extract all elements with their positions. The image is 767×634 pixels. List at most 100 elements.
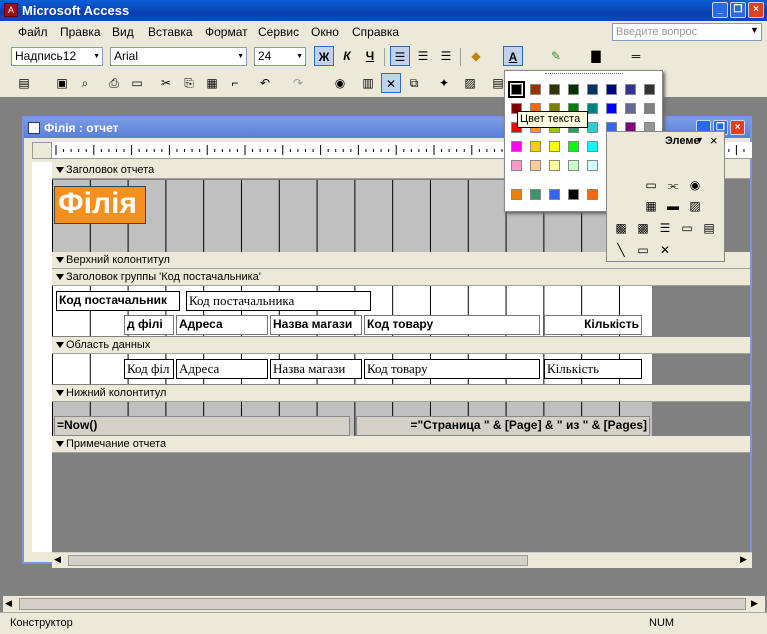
select-report-button[interactable]	[32, 142, 52, 159]
mdi-horizontal-scrollbar[interactable]: ◀ ▶	[3, 596, 765, 612]
scroll-thumb[interactable]	[68, 555, 528, 566]
scroll-left-icon[interactable]: ◀	[54, 554, 61, 565]
cut-icon[interactable]: ✂	[156, 73, 176, 93]
image-icon[interactable]: ▨	[685, 196, 705, 216]
color-swatch[interactable]	[606, 84, 617, 95]
line-width-icon[interactable]: ▇	[586, 46, 606, 66]
undo-icon[interactable]: ↶	[255, 73, 275, 93]
close-icon[interactable]: ×	[710, 133, 718, 148]
subreport-icon[interactable]: ▤	[699, 218, 719, 238]
menu-edit[interactable]: Правка	[60, 25, 101, 39]
menu-format[interactable]: Формат	[205, 25, 248, 39]
save-icon[interactable]: ▣	[52, 73, 72, 93]
bold-button[interactable]: Ж	[314, 46, 334, 66]
header-store-label[interactable]: Назва магази	[270, 315, 362, 335]
hyperlink-icon[interactable]: ◉	[330, 73, 350, 93]
font-color-icon[interactable]: A	[503, 46, 523, 66]
color-swatch[interactable]	[508, 81, 525, 98]
menu-tools[interactable]: Сервис	[258, 25, 299, 39]
label-icon[interactable]: ▭	[641, 175, 661, 195]
align-right-icon[interactable]: ☰	[436, 46, 456, 66]
paste-icon[interactable]: ▦	[202, 73, 222, 93]
font-size-combo[interactable]: 24 ▼	[254, 47, 306, 66]
bound-frame-icon[interactable]: ▩	[633, 218, 653, 238]
redo-icon[interactable]: ↷	[288, 73, 308, 93]
menu-insert[interactable]: Вставка	[148, 25, 193, 39]
tab-control-icon[interactable]: ▭	[677, 218, 697, 238]
footer-page-field[interactable]: ="Страница " & [Page] & " из " & [Pages]	[356, 416, 650, 436]
option-group-icon[interactable]: ⫘	[663, 175, 683, 195]
menu-help[interactable]: Справка	[352, 25, 399, 39]
report-title-label[interactable]: Філія	[54, 186, 146, 224]
palette-drag-handle[interactable]	[545, 73, 623, 76]
custom-color-swatch[interactable]	[549, 189, 560, 200]
italic-button[interactable]: К	[337, 46, 357, 66]
underline-button[interactable]: Ч	[360, 46, 380, 66]
menu-file[interactable]: Файл	[18, 25, 48, 39]
scroll-right-icon[interactable]: ▶	[751, 598, 758, 609]
detail-address-field[interactable]: Адреса	[176, 359, 268, 379]
section-detail[interactable]: Область данных	[52, 337, 750, 354]
option-button-icon[interactable]: ◉	[685, 175, 705, 195]
footer-date-field[interactable]: =Now()	[54, 416, 350, 436]
minimize-icon[interactable]: _	[712, 2, 728, 18]
chevron-down-icon[interactable]: ▼	[695, 135, 704, 145]
rectangle-icon[interactable]: ▭	[633, 240, 653, 260]
detail-qty-field[interactable]: Кількість	[544, 359, 642, 379]
color-swatch[interactable]	[568, 141, 579, 152]
scroll-left-icon[interactable]: ◀	[5, 598, 12, 609]
color-swatch[interactable]	[587, 160, 598, 171]
align-left-icon[interactable]: ☰	[390, 46, 410, 66]
custom-color-swatch[interactable]	[587, 189, 598, 200]
print-icon[interactable]: ⎙	[104, 73, 124, 93]
color-swatch[interactable]	[530, 141, 541, 152]
close-icon[interactable]: ×	[730, 120, 745, 135]
font-combo[interactable]: Arial ▼	[110, 47, 247, 66]
object-combo[interactable]: Надпись12 ▼	[11, 47, 103, 66]
section-page-footer[interactable]: Нижний колонтитул	[52, 385, 750, 402]
color-swatch[interactable]	[644, 103, 655, 114]
detail-branch-field[interactable]: Код філ	[124, 359, 174, 379]
color-swatch[interactable]	[511, 141, 522, 152]
fill-color-icon[interactable]: ◆	[466, 46, 486, 66]
color-swatch[interactable]	[530, 160, 541, 171]
format-painter-icon[interactable]: ⌐	[225, 73, 245, 93]
color-swatch[interactable]	[530, 84, 541, 95]
restore-icon[interactable]: ❐	[730, 2, 746, 18]
code-icon[interactable]: ▨	[460, 73, 480, 93]
color-swatch[interactable]	[587, 141, 598, 152]
close-icon[interactable]: ×	[748, 2, 764, 18]
menu-view[interactable]: Вид	[112, 25, 134, 39]
color-swatch[interactable]	[606, 103, 617, 114]
detail-product-field[interactable]: Код товару	[364, 359, 540, 379]
custom-color-swatch[interactable]	[568, 189, 579, 200]
line-style-icon[interactable]: ═	[626, 46, 646, 66]
header-branch-label[interactable]: д філі	[124, 315, 174, 335]
color-swatch[interactable]	[568, 84, 579, 95]
button-icon[interactable]: ▬	[663, 196, 683, 216]
combo-box-icon[interactable]: ▦	[641, 196, 661, 216]
group-field[interactable]: Код постачальника	[186, 291, 371, 311]
color-swatch[interactable]	[625, 103, 636, 114]
color-swatch[interactable]	[587, 122, 598, 133]
color-swatch[interactable]	[587, 84, 598, 95]
custom-color-swatch[interactable]	[511, 189, 522, 200]
sorting-grouping-icon[interactable]: ⧉	[404, 73, 424, 93]
page-break-icon[interactable]: ☰	[655, 218, 675, 238]
horizontal-scrollbar[interactable]: ◀ ▶	[52, 552, 752, 568]
color-swatch[interactable]	[549, 160, 560, 171]
ask-dropdown-icon[interactable]: ▼	[750, 25, 759, 35]
group-label[interactable]: Код постачальник	[56, 291, 180, 311]
line-icon[interactable]: ╲	[611, 240, 631, 260]
header-product-label[interactable]: Код товару	[364, 315, 540, 335]
scroll-right-icon[interactable]: ▶	[740, 554, 747, 565]
scroll-thumb[interactable]	[19, 598, 746, 610]
color-swatch[interactable]	[549, 141, 560, 152]
align-center-icon[interactable]: ☰	[413, 46, 433, 66]
header-address-label[interactable]: Адреса	[176, 315, 268, 335]
autoformat-icon[interactable]: ✦	[434, 73, 454, 93]
section-report-footer[interactable]: Примечание отчета	[52, 436, 750, 453]
detail-store-field[interactable]: Назва магази	[270, 359, 362, 379]
toolbox-icon[interactable]: ✕	[381, 73, 401, 93]
menu-window[interactable]: Окно	[311, 25, 339, 39]
